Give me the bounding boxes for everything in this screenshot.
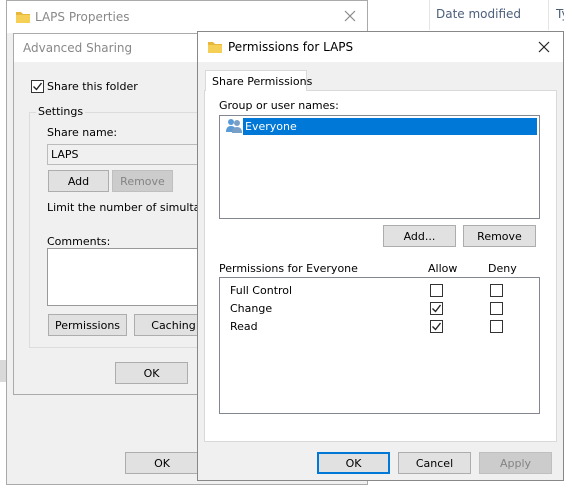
- column-date-modified[interactable]: Date modified: [436, 7, 521, 21]
- share-name-field[interactable]: LAPS: [47, 144, 207, 165]
- permissions-ok-button[interactable]: OK: [317, 452, 390, 474]
- comments-field[interactable]: [47, 248, 207, 306]
- permissions-window: Permissions for LAPS Share Permissions G…: [197, 31, 564, 481]
- group-names-list[interactable]: Everyone: [219, 115, 540, 219]
- permissions-for-label: Permissions for Everyone: [219, 262, 358, 275]
- window-title: Permissions for LAPS: [228, 40, 354, 54]
- folder-icon: [208, 42, 222, 53]
- comments-label: Comments:: [47, 235, 111, 248]
- group-names-label: Group or user names:: [219, 99, 339, 112]
- permissions-apply-button[interactable]: Apply: [479, 452, 552, 474]
- list-item[interactable]: Everyone: [222, 118, 537, 135]
- close-icon[interactable]: [537, 40, 551, 57]
- add-user-button[interactable]: Add...: [383, 225, 456, 247]
- close-icon[interactable]: [343, 9, 357, 26]
- permissions-list: Full Control Change Read: [219, 277, 540, 414]
- change-allow-checkbox[interactable]: [430, 302, 443, 315]
- permission-label-full-control: Full Control: [230, 284, 293, 297]
- advanced-sharing-ok-button[interactable]: OK: [115, 362, 188, 384]
- permission-label-read: Read: [230, 320, 258, 333]
- title-bar: Permissions for LAPS: [198, 32, 563, 62]
- full-control-deny-checkbox[interactable]: [490, 284, 503, 297]
- settings-label: Settings: [36, 105, 86, 118]
- share-name-label: Share name:: [47, 126, 118, 139]
- permissions-button[interactable]: Permissions: [48, 314, 127, 336]
- column-divider: [429, 0, 430, 30]
- remove-user-button[interactable]: Remove: [463, 225, 536, 247]
- permissions-cancel-button[interactable]: Cancel: [398, 452, 471, 474]
- deny-header: Deny: [488, 262, 517, 275]
- folder-icon: [16, 12, 30, 23]
- window-title: Advanced Sharing: [23, 41, 133, 55]
- user-name: Everyone: [245, 120, 297, 133]
- column-divider: [548, 0, 549, 30]
- change-deny-checkbox[interactable]: [490, 302, 503, 315]
- column-type[interactable]: Ty: [556, 7, 564, 21]
- remove-share-button[interactable]: Remove: [112, 170, 173, 192]
- share-folder-checkbox[interactable]: [31, 80, 44, 93]
- full-control-allow-checkbox[interactable]: [430, 284, 443, 297]
- tab-share-permissions[interactable]: Share Permissions: [205, 70, 312, 91]
- permission-label-change: Change: [230, 302, 273, 315]
- read-deny-checkbox[interactable]: [490, 320, 503, 333]
- tab-label: Share Permissions: [212, 75, 313, 88]
- read-allow-checkbox[interactable]: [430, 320, 443, 333]
- laps-ok-button[interactable]: OK: [125, 452, 199, 474]
- share-folder-label[interactable]: Share this folder: [47, 80, 138, 93]
- users-icon: [226, 119, 242, 133]
- share-name-value: LAPS: [51, 148, 79, 161]
- window-title: LAPS Properties: [35, 10, 130, 24]
- title-bar: LAPS Properties: [7, 1, 367, 33]
- allow-header: Allow: [428, 262, 458, 275]
- add-share-button[interactable]: Add: [48, 170, 109, 192]
